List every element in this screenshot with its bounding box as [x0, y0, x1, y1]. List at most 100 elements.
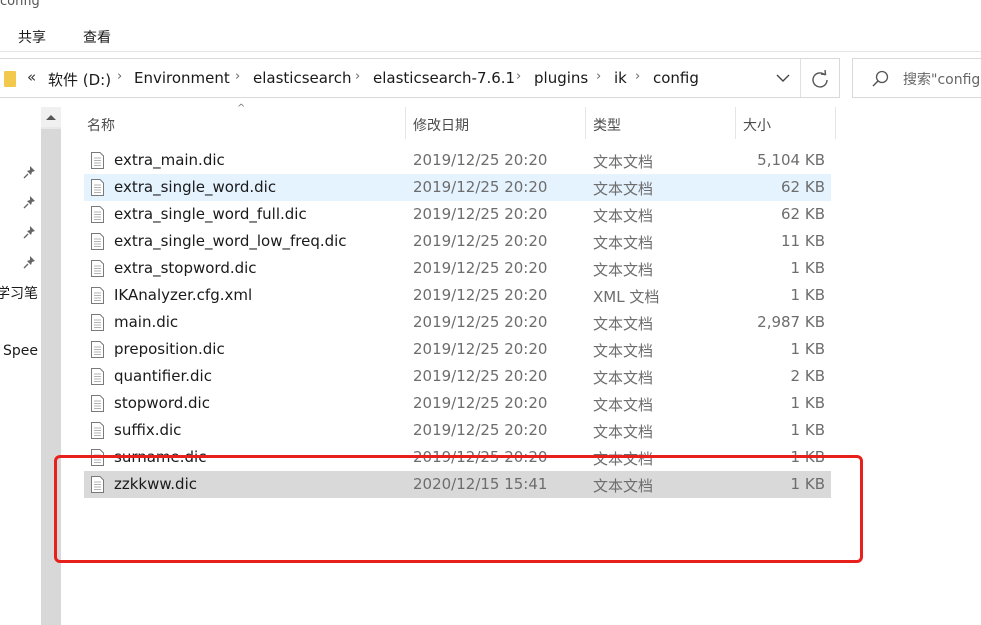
column-type[interactable]: 类型 — [593, 115, 621, 135]
file-type: 文本文档 — [593, 261, 654, 279]
breadcrumb-separator[interactable]: › — [355, 69, 360, 84]
breadcrumb-elasticsearch[interactable]: elasticsearch — [253, 69, 352, 87]
file-date: 2019/12/25 20:20 — [413, 151, 548, 169]
text-file-icon — [91, 152, 104, 169]
file-row[interactable]: IKAnalyzer.cfg.xml 2019/12/25 20:20 XML 文档… — [84, 282, 831, 309]
folder-icon — [4, 71, 16, 87]
file-row[interactable]: extra_main.dic 2019/12/25 20:20 文本文档 5,104 … — [84, 147, 831, 174]
file-size: 1 KB — [790, 340, 825, 358]
text-file-icon — [91, 341, 104, 358]
breadcrumb-plugins[interactable]: plugins — [534, 69, 588, 87]
file-name: extra_main.dic — [114, 151, 225, 169]
file-size: 1 KB — [790, 259, 825, 277]
search-box[interactable]: 搜索"config" — [852, 58, 981, 98]
address-divider — [800, 59, 801, 97]
file-row[interactable]: stopword.dic 2019/12/25 20:20 文本文档 1 KB — [84, 390, 831, 417]
file-date: 2019/12/25 20:20 — [413, 205, 548, 223]
window-title: config — [0, 0, 40, 9]
text-file-icon — [91, 206, 104, 223]
breadcrumb-elasticsearch-761[interactable]: elasticsearch-7.6.1 — [373, 69, 515, 87]
file-date: 2019/12/25 20:20 — [413, 394, 548, 412]
address-history-dropdown[interactable] — [772, 59, 794, 97]
file-date: 2019/12/25 20:20 — [413, 421, 548, 439]
column-divider[interactable] — [735, 107, 736, 139]
file-type: 文本文档 — [593, 180, 654, 198]
file-type: 文本文档 — [593, 423, 654, 441]
refresh-button[interactable] — [808, 67, 832, 91]
file-size: 1 KB — [790, 286, 825, 304]
file-name: main.dic — [114, 313, 179, 331]
file-row[interactable]: quantifier.dic 2019/12/25 20:20 文本文档 2 KB — [84, 363, 831, 390]
text-file-icon — [91, 287, 104, 304]
search-input[interactable]: 搜索"config" — [903, 69, 981, 89]
chevron-down-icon — [776, 74, 790, 82]
file-row[interactable]: preposition.dic 2019/12/25 20:20 文本文档 1 KB — [84, 336, 831, 363]
file-type: 文本文档 — [593, 342, 654, 360]
file-size: 2 KB — [790, 367, 825, 385]
file-type: XML 文档 — [593, 288, 660, 306]
file-size: 1 KB — [790, 421, 825, 439]
file-name: extra_single_word_low_freq.dic — [114, 232, 347, 250]
file-size: 62 KB — [781, 178, 825, 196]
file-date: 2019/12/25 20:20 — [413, 178, 548, 196]
file-type: 文本文档 — [593, 369, 654, 387]
pin-icon[interactable] — [23, 195, 37, 209]
pin-icon[interactable] — [23, 225, 37, 239]
file-date: 2019/12/25 20:20 — [413, 232, 548, 250]
scroll-up-button[interactable] — [41, 107, 61, 127]
file-row[interactable]: extra_single_word.dic 2019/12/25 20:20 文本文… — [84, 174, 831, 201]
navigation-pane: 学习笔 Spee — [0, 107, 41, 625]
text-file-icon — [91, 314, 104, 331]
breadcrumb-config[interactable]: config — [653, 69, 699, 87]
file-type: 文本文档 — [593, 396, 654, 414]
text-file-icon — [91, 233, 104, 250]
file-date: 2019/12/25 20:20 — [413, 259, 548, 277]
file-row[interactable]: suffix.dic 2019/12/25 20:20 文本文档 1 KB — [84, 417, 831, 444]
file-name: suffix.dic — [114, 421, 182, 439]
chevron-up-icon — [46, 115, 56, 120]
column-name[interactable]: 名称 — [87, 115, 115, 135]
column-divider[interactable] — [835, 107, 836, 139]
breadcrumb-drive[interactable]: 软件 (D:) — [48, 69, 111, 90]
breadcrumb-separator[interactable]: › — [516, 69, 521, 84]
file-type: 文本文档 — [593, 153, 654, 171]
file-date: 2019/12/25 20:20 — [413, 340, 548, 358]
sort-ascending-icon: ^ — [237, 103, 246, 114]
breadcrumb-environment[interactable]: Environment — [134, 69, 230, 87]
breadcrumb-separator[interactable]: › — [235, 69, 240, 84]
column-size[interactable]: 大小 — [743, 115, 771, 135]
breadcrumb-separator[interactable]: › — [117, 69, 122, 84]
breadcrumb-separator[interactable]: › — [596, 69, 601, 84]
file-row[interactable]: extra_stopword.dic 2019/12/25 20:20 文本文档 1 … — [84, 255, 831, 282]
breadcrumb-ik[interactable]: ik — [614, 69, 627, 87]
file-size: 1 KB — [790, 394, 825, 412]
file-name: extra_stopword.dic — [114, 259, 257, 277]
address-bar[interactable]: « 软件 (D:) › Environment › elasticsearch … — [0, 58, 840, 98]
file-size: 2,987 KB — [757, 313, 825, 331]
pin-icon[interactable] — [23, 255, 37, 269]
file-name: preposition.dic — [114, 340, 225, 358]
file-type: 文本文档 — [593, 234, 654, 252]
ribbon-tab-view[interactable]: 查看 — [83, 27, 111, 47]
file-name: extra_single_word.dic — [114, 178, 277, 196]
text-file-icon — [91, 368, 104, 385]
column-divider[interactable] — [405, 107, 406, 139]
file-date: 2019/12/25 20:20 — [413, 286, 548, 304]
file-name: extra_single_word_full.dic — [114, 205, 307, 223]
ribbon-tab-share[interactable]: 共享 — [18, 27, 46, 47]
breadcrumb-separator[interactable]: › — [635, 69, 640, 84]
overflow-chevron-icon[interactable]: « — [27, 68, 36, 86]
file-size: 5,104 KB — [757, 151, 825, 169]
column-date[interactable]: 修改日期 — [413, 115, 469, 135]
highlight-annotation — [54, 455, 863, 563]
column-divider[interactable] — [585, 107, 586, 139]
column-header: ^ 名称 修改日期 类型 大小 — [79, 103, 839, 139]
refresh-icon — [812, 69, 828, 88]
file-row[interactable]: extra_single_word_low_freq.dic 2019/12/25… — [84, 228, 831, 255]
file-row[interactable]: main.dic 2019/12/25 20:20 文本文档 2,987 KB — [84, 309, 831, 336]
file-row[interactable]: extra_single_word_full.dic 2019/12/25 20:… — [84, 201, 831, 228]
pin-icon[interactable] — [23, 165, 37, 179]
nav-item-spee[interactable]: Spee — [3, 343, 38, 359]
search-icon — [872, 70, 889, 87]
nav-item-notes[interactable]: 学习笔 — [0, 283, 38, 303]
